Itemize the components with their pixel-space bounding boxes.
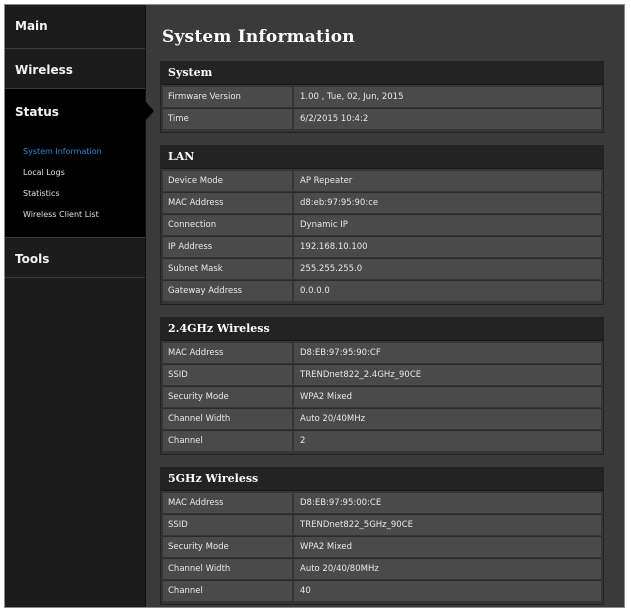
table-row: Time 6/2/2015 10:4:2 xyxy=(163,108,601,129)
wireless-5ghz-section: 5GHz Wireless MAC Address D8:EB:97:95:00… xyxy=(160,467,604,605)
row-label: Channel xyxy=(163,581,292,601)
row-label: Firmware Version xyxy=(163,87,292,107)
row-value: AP Repeater xyxy=(294,171,601,191)
section-header: LAN xyxy=(161,146,603,169)
row-label: SSID xyxy=(163,515,292,535)
page-title: System Information xyxy=(162,27,355,47)
row-value: Auto 20/40MHz xyxy=(294,409,601,429)
table-row: IP Address 192.168.10.100 xyxy=(163,236,601,257)
row-value: D8:EB:97:95:00:CE xyxy=(294,493,601,513)
submenu-item-wireless-client-list[interactable]: Wireless Client List xyxy=(23,204,145,225)
section-header: System xyxy=(161,62,603,85)
row-value: 1.00 , Tue, 02, Jun, 2015 xyxy=(294,87,601,107)
row-label: Connection xyxy=(163,215,292,235)
main-content: System Information System Firmware Versi… xyxy=(146,5,624,607)
row-value: 0.0.0.0 xyxy=(294,281,601,301)
row-value: TRENDnet822_5GHz_90CE xyxy=(294,515,601,535)
sidebar-item-label: Wireless xyxy=(15,63,73,77)
row-label: Channel Width xyxy=(163,409,292,429)
sidebar-item-label: Tools xyxy=(15,252,50,266)
row-label: MAC Address xyxy=(163,343,292,363)
row-label: SSID xyxy=(163,365,292,385)
table-row: Device Mode AP Repeater xyxy=(163,171,601,191)
submenu-item-system-information[interactable]: System Information xyxy=(23,141,145,162)
status-submenu: System Information Local Logs Statistics… xyxy=(5,133,145,238)
table-row: Subnet Mask 255.255.255.0 xyxy=(163,258,601,279)
section-header: 5GHz Wireless xyxy=(161,468,603,491)
row-label: Security Mode xyxy=(163,387,292,407)
table-row: MAC Address D8:EB:97:95:00:CE xyxy=(163,493,601,513)
section-header: 2.4GHz Wireless xyxy=(161,318,603,341)
sidebar-item-wireless[interactable]: Wireless xyxy=(5,49,145,89)
row-value: WPA2 Mixed xyxy=(294,387,601,407)
row-label: Security Mode xyxy=(163,537,292,557)
sidebar-item-label: Main xyxy=(15,19,48,33)
sidebar-item-main[interactable]: Main xyxy=(5,5,145,49)
row-value: Dynamic IP xyxy=(294,215,601,235)
row-value: TRENDnet822_2.4GHz_90CE xyxy=(294,365,601,385)
sidebar-item-status[interactable]: Status xyxy=(5,89,154,133)
table-row: Connection Dynamic IP xyxy=(163,214,601,235)
table-row: SSID TRENDnet822_5GHz_90CE xyxy=(163,514,601,535)
sidebar: Main Wireless Status System Information … xyxy=(5,5,154,607)
app-window: Main Wireless Status System Information … xyxy=(4,4,625,608)
row-label: Device Mode xyxy=(163,171,292,191)
table-row: Channel Width Auto 20/40MHz xyxy=(163,408,601,429)
sidebar-item-label: Status xyxy=(15,105,59,119)
row-value: d8:eb:97:95:90:ce xyxy=(294,193,601,213)
row-label: Time xyxy=(163,109,292,129)
table-row: MAC Address D8:EB:97:95:90:CF xyxy=(163,343,601,363)
table-row: Gateway Address 0.0.0.0 xyxy=(163,280,601,301)
table-row: SSID TRENDnet822_2.4GHz_90CE xyxy=(163,364,601,385)
row-value: 40 xyxy=(294,581,601,601)
row-value: Auto 20/40/80MHz xyxy=(294,559,601,579)
table-row: Channel Width Auto 20/40/80MHz xyxy=(163,558,601,579)
row-value: WPA2 Mixed xyxy=(294,537,601,557)
lan-section: LAN Device Mode AP Repeater MAC Address … xyxy=(160,145,604,305)
row-value: 192.168.10.100 xyxy=(294,237,601,257)
row-label: Subnet Mask xyxy=(163,259,292,279)
row-value: 2 xyxy=(294,431,601,451)
row-label: Channel Width xyxy=(163,559,292,579)
table-row: Channel 40 xyxy=(163,580,601,601)
row-label: Channel xyxy=(163,431,292,451)
wireless-24ghz-section: 2.4GHz Wireless MAC Address D8:EB:97:95:… xyxy=(160,317,604,455)
table-row: MAC Address d8:eb:97:95:90:ce xyxy=(163,192,601,213)
table-row: Security Mode WPA2 Mixed xyxy=(163,536,601,557)
submenu-item-local-logs[interactable]: Local Logs xyxy=(23,162,145,183)
system-section: System Firmware Version 1.00 , Tue, 02, … xyxy=(160,61,604,133)
row-label: IP Address xyxy=(163,237,292,257)
submenu-item-statistics[interactable]: Statistics xyxy=(23,183,145,204)
row-value: D8:EB:97:95:90:CF xyxy=(294,343,601,363)
table-row: Firmware Version 1.00 , Tue, 02, Jun, 20… xyxy=(163,87,601,107)
row-value: 255.255.255.0 xyxy=(294,259,601,279)
row-value: 6/2/2015 10:4:2 xyxy=(294,109,601,129)
row-label: MAC Address xyxy=(163,493,292,513)
row-label: Gateway Address xyxy=(163,281,292,301)
table-row: Security Mode WPA2 Mixed xyxy=(163,386,601,407)
row-label: MAC Address xyxy=(163,193,292,213)
table-row: Channel 2 xyxy=(163,430,601,451)
sidebar-item-tools[interactable]: Tools xyxy=(5,238,145,278)
